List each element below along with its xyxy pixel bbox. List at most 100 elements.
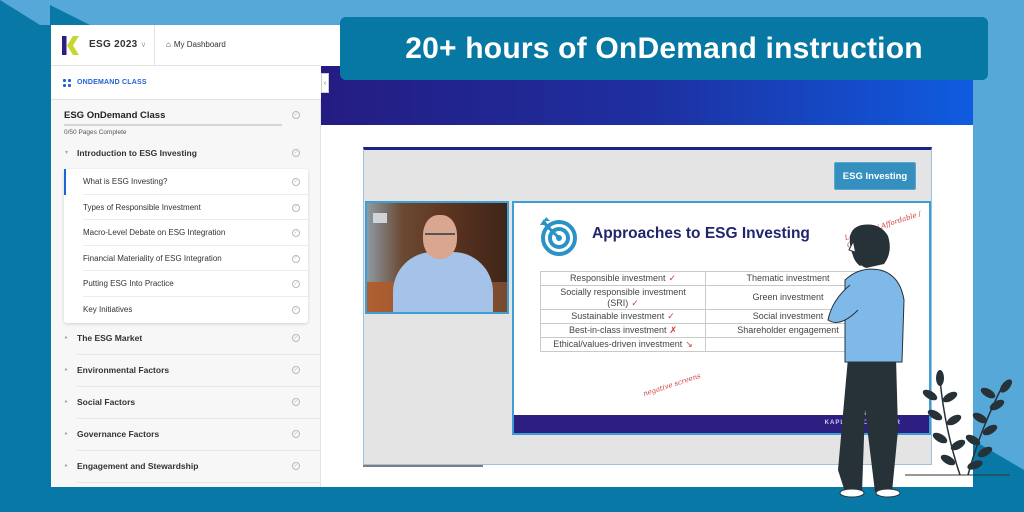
instructor-video[interactable] — [365, 201, 509, 314]
home-icon: ⌂ — [166, 40, 171, 49]
module-item[interactable]: ▸ The ESG Market ✓ — [51, 323, 321, 355]
module-label: Governance Factors — [77, 429, 160, 439]
divider — [154, 25, 155, 66]
annotation-mark: ↘ — [685, 338, 693, 349]
table-cell: Thematic investment — [705, 271, 871, 286]
module-label: Engagement and Stewardship — [77, 461, 199, 471]
instructor-figure — [393, 252, 493, 312]
module-label: Environmental Factors — [77, 365, 170, 375]
complete-check-icon: ✓ — [292, 306, 300, 314]
approaches-table: Responsible investment ✓ Thematic investme… — [540, 271, 871, 352]
table-cell: Best-in-class investment ✗ — [540, 323, 706, 338]
lesson-label: Financial Materiality of ESG Integration — [83, 253, 222, 263]
lesson-item[interactable]: Key Initiatives ✓ — [64, 297, 308, 323]
annotation: negative screens — [642, 371, 702, 399]
lesson-item[interactable]: What is ESG Investing? ✓ — [64, 169, 308, 195]
complete-check-icon: ✓ — [292, 229, 300, 238]
my-dashboard-link[interactable]: ⌂ My Dashboard — [166, 40, 226, 49]
table-cell: Ethical/values-driven investment ↘ — [540, 336, 706, 352]
cell-text: Sustainable investment — [571, 311, 665, 322]
cell-text: Shareholder engagement — [737, 325, 839, 336]
chevron-left-icon: ‹ — [323, 79, 327, 87]
cell-text: Green investment — [752, 292, 824, 303]
section-header[interactable]: ONDEMAND CLASS — [51, 66, 321, 100]
annotation-mark: ✓ — [631, 297, 639, 308]
course-selector[interactable]: ESG 2023 ∨ — [89, 39, 147, 50]
lesson-item[interactable]: Putting ESG Into Practice ✓ — [64, 271, 308, 297]
cell-text: Responsible investment — [569, 273, 666, 283]
video-player[interactable]: ESG Investing Approaches to ESG Investin — [363, 147, 932, 465]
caret-right-icon: ▸ — [65, 431, 69, 437]
module-item[interactable]: ▸ Engagement and Stewardship ✓ — [51, 451, 321, 483]
table-cell: Socially responsible investment (SRI) ✓ — [540, 284, 706, 311]
pages-complete: 0/50 Pages Complete — [64, 129, 127, 136]
kaplan-logo-icon — [62, 36, 79, 55]
course-name: ESG 2023 — [89, 39, 138, 50]
headline-callout: 20+ hours of OnDemand instruction — [340, 17, 988, 80]
lesson-item[interactable]: Financial Materiality of ESG Integration… — [64, 246, 308, 272]
section-label: ONDEMAND CLASS — [77, 79, 147, 86]
caret-right-icon: ▸ — [65, 335, 69, 341]
top-bar: ESG 2023 ∨ ⌂ My Dashboard — [51, 25, 321, 66]
table-row: Sustainable investment ✓ Social investment — [540, 309, 871, 325]
cell-text: Social investment — [752, 311, 824, 322]
module-label: Introduction to ESG Investing — [77, 148, 197, 158]
app-window: ESG 2023 ∨ ⌂ My Dashboard ONDEMAND CLASS … — [51, 25, 973, 487]
cell-text: Ethical/values-driven investment — [553, 338, 683, 349]
complete-check-icon: ✓ — [292, 462, 300, 470]
complete-check-icon: ✓ — [292, 334, 300, 342]
topic-chip[interactable]: ESG Investing — [834, 162, 916, 190]
table-cell: Green investment — [705, 284, 871, 311]
caret-down-icon: ▾ — [65, 150, 69, 156]
module-item[interactable]: ▸ Governance Factors ✓ — [51, 419, 321, 451]
complete-check-icon: ✓ — [292, 430, 300, 438]
caret-right-icon: ▸ — [65, 463, 69, 469]
video-scrub-bar[interactable] — [363, 465, 483, 467]
annotation-mark: ✗ — [669, 325, 678, 336]
lesson-item[interactable]: Types of Responsible Investment ✓ — [64, 195, 308, 221]
class-title: ESG OnDemand Class — [64, 110, 166, 121]
table-row: Ethical/values-driven investment ↘ — [540, 336, 871, 352]
annotation-mark: ✓ — [668, 273, 677, 283]
lesson-list: What is ESG Investing? ✓ Types of Responsi… — [64, 169, 308, 323]
chevron-down-icon: ∨ — [140, 40, 147, 49]
table-row: Socially responsible investment (SRI) ✓ Gr… — [540, 284, 871, 311]
module-open[interactable]: ▾ Introduction to ESG Investing ✓ — [51, 138, 321, 170]
caret-right-icon: ▸ — [65, 367, 69, 373]
complete-check-icon: ✓ — [292, 178, 300, 186]
slide-footer: KAPLAN SCHWESER — [514, 415, 929, 433]
cell-text: Thematic investment — [746, 273, 830, 283]
complete-check-icon: ✓ — [292, 254, 300, 263]
module-label: Social Factors — [77, 397, 136, 407]
divider — [77, 482, 321, 483]
video-background — [373, 213, 387, 223]
table-cell — [705, 336, 871, 352]
table-cell: Sustainable investment ✓ — [540, 309, 706, 325]
annotation-mark: ✓ — [667, 311, 675, 322]
table-row: Responsible investment ✓ Thematic investme… — [540, 271, 871, 286]
lesson-label: What is ESG Investing? — [83, 177, 168, 186]
footer-brand: KAPLAN SCHWESER — [824, 420, 901, 426]
module-item[interactable]: ▸ Social Factors ✓ — [51, 387, 321, 419]
table-cell: Responsible investment ✓ — [540, 271, 706, 286]
complete-check-icon: ✓ — [292, 111, 300, 119]
main-content: ESG Investing Approaches to ESG Investin — [321, 25, 973, 487]
lesson-label: Types of Responsible Investment — [83, 202, 201, 212]
lesson-item[interactable]: Macro-Level Debate on ESG Integration ✓ — [64, 220, 308, 246]
sidebar: ESG 2023 ∨ ⌂ My Dashboard ONDEMAND CLASS … — [51, 25, 321, 487]
module-label: The ESG Market — [77, 333, 143, 343]
complete-check-icon: ✓ — [292, 149, 300, 157]
collapse-sidebar-button[interactable]: ‹ — [321, 73, 329, 93]
class-progress-bar — [64, 124, 282, 126]
grid-icon — [63, 78, 71, 87]
cell-text: Socially responsible investment (SRI) — [560, 286, 686, 308]
complete-check-icon: ✓ — [292, 366, 300, 374]
complete-check-icon: ✓ — [292, 280, 300, 289]
caret-right-icon: ▸ — [65, 399, 69, 405]
annotation: Legacies / Affordable / Change — [843, 209, 923, 250]
complete-check-icon: ✓ — [292, 203, 300, 212]
module-item[interactable]: ▸ Environmental Factors ✓ — [51, 355, 321, 387]
slide-title: Approaches to ESG Investing — [592, 225, 810, 242]
table-cell: Shareholder engagement — [705, 323, 871, 338]
instructor-figure — [425, 233, 455, 238]
